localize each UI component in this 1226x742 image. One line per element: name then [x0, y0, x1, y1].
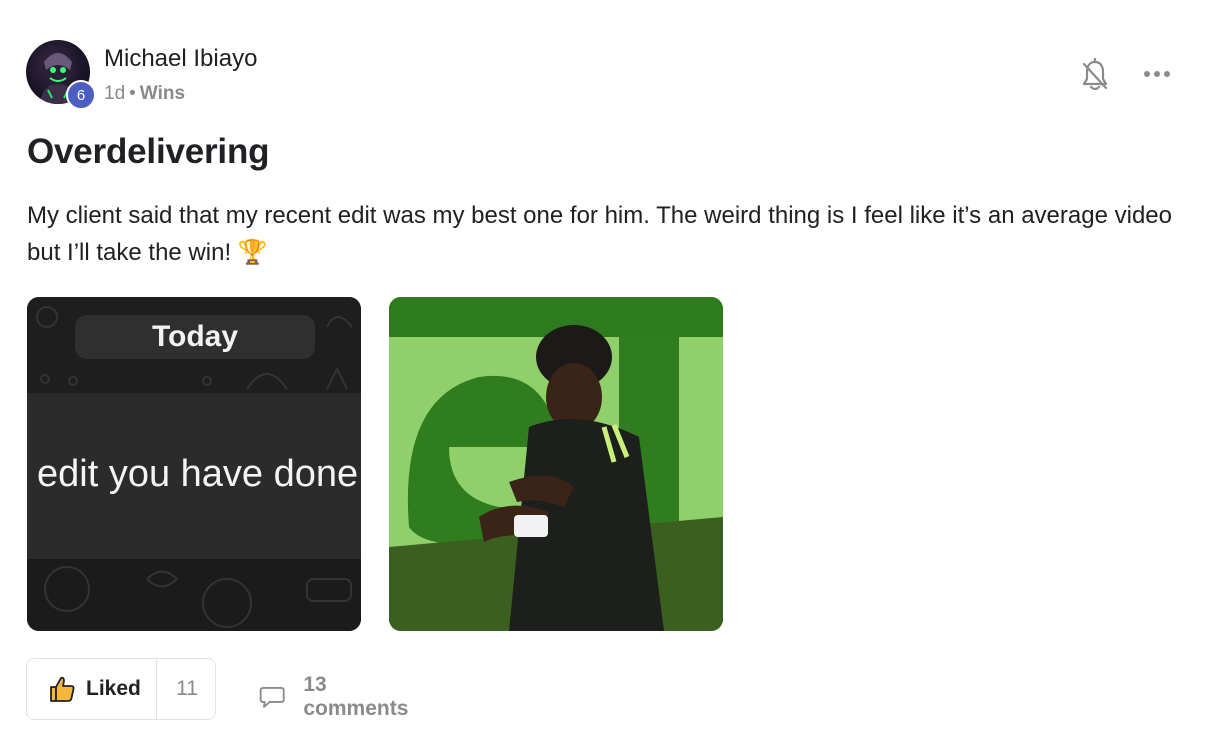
more-horizontal-icon[interactable]	[1140, 62, 1174, 86]
meta-separator: •	[129, 83, 136, 104]
comment-icon	[259, 687, 285, 708]
date-pill: Today	[75, 315, 315, 359]
thumbs-up-icon	[50, 676, 75, 702]
post-body: My client said that my recent edit was m…	[27, 202, 1172, 266]
bell-off-icon[interactable]	[1080, 57, 1110, 92]
author-avatar-wrap[interactable]: 6	[26, 40, 96, 110]
message-text: edit you have done	[37, 453, 359, 495]
post-card: 6 Michael Ibiayo 1d • Wins Overdelivering …	[0, 0, 1226, 742]
gif-art	[389, 297, 723, 631]
football-celebration-image[interactable]	[389, 297, 723, 631]
like-control: Liked 11	[26, 658, 216, 720]
screenshot-footer	[27, 559, 361, 631]
like-label: Liked	[86, 677, 141, 700]
post-meta: 1d • Wins	[104, 83, 185, 105]
screenshot-header: Today	[27, 297, 361, 393]
post-category[interactable]: Wins	[140, 83, 185, 104]
comments-button[interactable]: 13 comments	[259, 673, 414, 721]
comments-label: 13 comments	[303, 673, 409, 720]
post-time[interactable]: 1d	[104, 83, 125, 104]
like-count[interactable]: 11	[157, 659, 217, 719]
level-badge: 6	[66, 80, 96, 110]
author-name[interactable]: Michael Ibiayo	[104, 45, 257, 73]
post-title: Overdelivering	[27, 132, 270, 171]
like-button[interactable]: Liked	[27, 659, 156, 719]
media-screenshot[interactable]: Today edit you have done	[27, 297, 361, 631]
